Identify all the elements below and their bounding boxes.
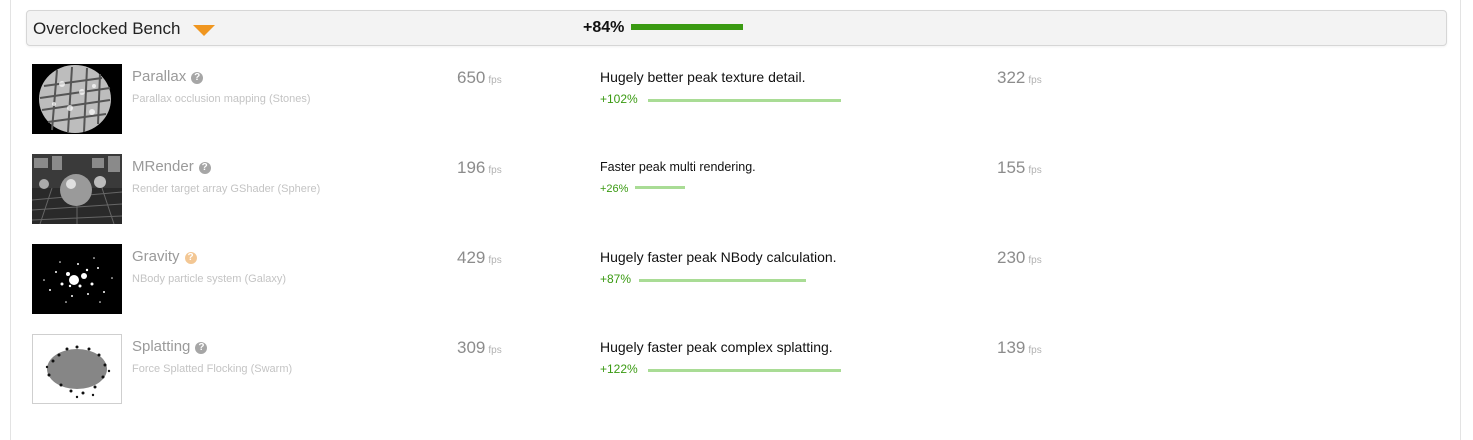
section-header[interactable]: Overclocked Bench +84% [26, 10, 1447, 46]
score-unit: fps [488, 255, 502, 266]
score: 196 fps [457, 158, 502, 178]
delta-percent: +26% [600, 183, 629, 195]
splatting-thumbnail [32, 334, 122, 404]
delta-bar [648, 99, 841, 102]
benchmark-row-mrender: MRender? Render target array GShader (Sp… [32, 154, 1132, 226]
comparison-score-value: 155 [997, 158, 1026, 177]
score-value: 650 [457, 68, 486, 87]
benchmark-row-splatting: Splatting? Force Splatted Flocking (Swar… [32, 334, 1132, 406]
verdict-text: Faster peak multi rendering. [600, 160, 756, 174]
delta-percent: +102% [600, 92, 638, 106]
benchmark-name: Splatting? [132, 338, 208, 355]
comparison-score-unit: fps [1028, 75, 1042, 86]
score-unit: fps [488, 165, 502, 176]
comparison-score-unit: fps [1028, 165, 1042, 176]
benchmark-description: NBody particle system (Galaxy) [132, 273, 287, 285]
benchmark-name: Gravity? [132, 248, 197, 265]
parallax-thumbnail [32, 64, 122, 134]
comparison-score-value: 139 [997, 338, 1026, 357]
comparison-score-value: 322 [997, 68, 1026, 87]
comparison-score-unit: fps [1028, 255, 1042, 266]
comparison-score: 155 fps [997, 158, 1042, 178]
overall-percent: +84% [583, 19, 625, 36]
benchmark-description: Force Splatted Flocking (Swarm) [132, 363, 293, 375]
gravity-thumbnail [32, 244, 122, 314]
benchmark-name-label: Parallax [132, 68, 187, 85]
delta-bar [648, 369, 841, 372]
benchmark-row-gravity: Gravity? NBody particle system (Galaxy) … [32, 244, 1132, 316]
score-value: 309 [457, 338, 486, 357]
score: 429 fps [457, 248, 502, 268]
mrender-thumbnail [32, 154, 122, 224]
section-title: Overclocked Bench [33, 19, 181, 38]
benchmark-name-label: Splatting [132, 338, 191, 355]
benchmark-row-parallax: Parallax? Parallax occlusion mapping (St… [32, 64, 1132, 136]
score-unit: fps [488, 345, 502, 356]
overall-percent-bar [631, 24, 743, 30]
question-circle-icon[interactable]: ? [195, 342, 208, 354]
score-value: 196 [457, 158, 486, 177]
question-circle-icon[interactable]: ? [184, 252, 197, 264]
benchmark-description: Parallax occlusion mapping (Stones) [132, 93, 311, 105]
comparison-score-value: 230 [997, 248, 1026, 267]
verdict-text: Hugely better peak texture detail. [600, 69, 806, 85]
score: 309 fps [457, 338, 502, 358]
benchmark-name-label: Gravity [132, 248, 180, 265]
score-value: 429 [457, 248, 486, 267]
dropdown-caret-icon[interactable] [193, 25, 215, 36]
question-circle-icon[interactable]: ? [191, 72, 204, 84]
delta-percent: +87% [600, 272, 632, 286]
benchmark-name-label: MRender [132, 158, 194, 175]
verdict-text: Hugely faster peak complex splatting. [600, 339, 833, 355]
score-unit: fps [488, 75, 502, 86]
delta-bar [639, 279, 806, 282]
comparison-score: 139 fps [997, 338, 1042, 358]
comparison-score: 230 fps [997, 248, 1042, 268]
comparison-score-unit: fps [1028, 345, 1042, 356]
delta-percent: +122% [600, 362, 638, 376]
score: 650 fps [457, 68, 502, 88]
benchmark-description: Render target array GShader (Sphere) [132, 183, 321, 195]
comparison-score: 322 fps [997, 68, 1042, 88]
question-circle-icon[interactable]: ? [198, 162, 211, 174]
benchmark-name: MRender? [132, 158, 211, 175]
delta-bar [635, 186, 685, 189]
verdict-text: Hugely faster peak NBody calculation. [600, 249, 837, 265]
benchmark-name: Parallax? [132, 68, 204, 85]
